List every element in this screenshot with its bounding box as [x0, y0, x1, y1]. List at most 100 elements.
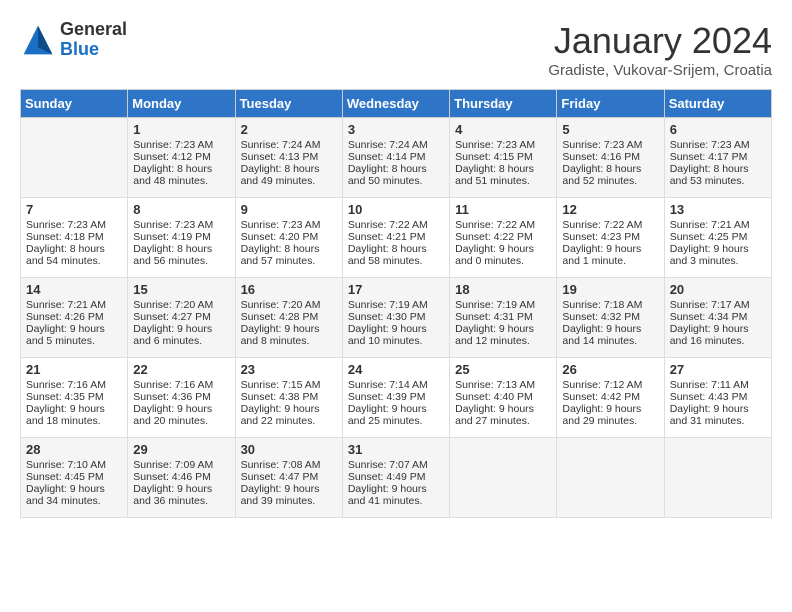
calendar-cell: 11Sunrise: 7:22 AMSunset: 4:22 PMDayligh… — [450, 198, 557, 278]
sunset-text: Sunset: 4:25 PM — [670, 231, 766, 243]
logo-blue: Blue — [60, 40, 127, 60]
sunset-text: Sunset: 4:18 PM — [26, 231, 122, 243]
day-number: 31 — [348, 442, 444, 457]
day-number: 20 — [670, 282, 766, 297]
sunset-text: Sunset: 4:31 PM — [455, 311, 551, 323]
calendar-cell: 19Sunrise: 7:18 AMSunset: 4:32 PMDayligh… — [557, 278, 664, 358]
title-section: January 2024 Gradiste, Vukovar-Srijem, C… — [548, 20, 772, 79]
sunset-text: Sunset: 4:43 PM — [670, 391, 766, 403]
daylight-text: Daylight: 9 hours and 8 minutes. — [241, 323, 337, 347]
day-number: 6 — [670, 122, 766, 137]
calendar-week-row: 1Sunrise: 7:23 AMSunset: 4:12 PMDaylight… — [21, 118, 772, 198]
sunrise-text: Sunrise: 7:07 AM — [348, 459, 444, 471]
daylight-text: Daylight: 9 hours and 12 minutes. — [455, 323, 551, 347]
daylight-text: Daylight: 8 hours and 57 minutes. — [241, 243, 337, 267]
calendar-cell: 13 Sunrise: 7:21 AMSunset: 4:25 PMDayligh… — [664, 198, 771, 278]
sunrise-text: Sunrise: 7:23 AM — [670, 139, 766, 151]
calendar-cell: 7Sunrise: 7:23 AMSunset: 4:18 PMDaylight… — [21, 198, 128, 278]
daylight-text: Daylight: 9 hours and 25 minutes. — [348, 403, 444, 427]
day-number: 8 — [133, 202, 229, 217]
sunset-text: Sunset: 4:42 PM — [562, 391, 658, 403]
calendar-week-row: 21Sunrise: 7:16 AMSunset: 4:35 PMDayligh… — [21, 358, 772, 438]
calendar-cell: 12Sunrise: 7:22 AMSunset: 4:23 PMDayligh… — [557, 198, 664, 278]
day-number: 16 — [241, 282, 337, 297]
sunrise-text: Sunrise: 7:19 AM — [348, 299, 444, 311]
calendar-cell: 14Sunrise: 7:21 AMSunset: 4:26 PMDayligh… — [21, 278, 128, 358]
calendar-header: SundayMondayTuesdayWednesdayThursdayFrid… — [21, 90, 772, 118]
day-number: 11 — [455, 202, 551, 217]
calendar-cell: 16Sunrise: 7:20 AMSunset: 4:28 PMDayligh… — [235, 278, 342, 358]
day-number: 30 — [241, 442, 337, 457]
sunrise-text: Sunrise: 7:23 AM — [455, 139, 551, 151]
day-number: 9 — [241, 202, 337, 217]
sunset-text: Sunset: 4:28 PM — [241, 311, 337, 323]
sunset-text: Sunset: 4:13 PM — [241, 151, 337, 163]
calendar-week-row: 7Sunrise: 7:23 AMSunset: 4:18 PMDaylight… — [21, 198, 772, 278]
day-number: 24 — [348, 362, 444, 377]
logo: General Blue — [20, 20, 127, 60]
sunset-text: Sunset: 4:14 PM — [348, 151, 444, 163]
calendar-cell: 30Sunrise: 7:08 AMSunset: 4:47 PMDayligh… — [235, 438, 342, 518]
calendar-cell: 6Sunrise: 7:23 AMSunset: 4:17 PMDaylight… — [664, 118, 771, 198]
sunrise-text: Sunrise: 7:23 AM — [133, 139, 229, 151]
sunrise-text: Sunrise: 7:23 AM — [241, 219, 337, 231]
daylight-text: Daylight: 9 hours and 1 minute. — [562, 243, 658, 267]
calendar-cell — [664, 438, 771, 518]
day-number: 18 — [455, 282, 551, 297]
daylight-text: Daylight: 8 hours and 51 minutes. — [455, 163, 551, 187]
daylight-text: Daylight: 9 hours and 3 minutes. — [670, 243, 766, 267]
sunrise-text: Sunrise: 7:08 AM — [241, 459, 337, 471]
header-row: SundayMondayTuesdayWednesdayThursdayFrid… — [21, 90, 772, 118]
calendar-title: January 2024 — [548, 20, 772, 62]
sunrise-text: Sunrise: 7:23 AM — [562, 139, 658, 151]
sunrise-text: Sunrise: 7:20 AM — [133, 299, 229, 311]
weekday-header: Tuesday — [235, 90, 342, 118]
daylight-text: Daylight: 9 hours and 22 minutes. — [241, 403, 337, 427]
calendar-cell: 24Sunrise: 7:14 AMSunset: 4:39 PMDayligh… — [342, 358, 449, 438]
day-number: 13 — [670, 202, 766, 217]
sunrise-text: Sunrise: 7:22 AM — [348, 219, 444, 231]
calendar-cell: 31Sunrise: 7:07 AMSunset: 4:49 PMDayligh… — [342, 438, 449, 518]
day-number: 4 — [455, 122, 551, 137]
calendar-cell: 17Sunrise: 7:19 AMSunset: 4:30 PMDayligh… — [342, 278, 449, 358]
weekday-header: Monday — [128, 90, 235, 118]
daylight-text: Daylight: 9 hours and 18 minutes. — [26, 403, 122, 427]
daylight-text: Daylight: 9 hours and 31 minutes. — [670, 403, 766, 427]
sunrise-text: Sunrise: 7:24 AM — [241, 139, 337, 151]
sunset-text: Sunset: 4:35 PM — [26, 391, 122, 403]
weekday-header: Friday — [557, 90, 664, 118]
daylight-text: Daylight: 9 hours and 36 minutes. — [133, 483, 229, 507]
calendar-table: SundayMondayTuesdayWednesdayThursdayFrid… — [20, 89, 772, 518]
sunset-text: Sunset: 4:38 PM — [241, 391, 337, 403]
calendar-cell: 15Sunrise: 7:20 AMSunset: 4:27 PMDayligh… — [128, 278, 235, 358]
calendar-cell — [450, 438, 557, 518]
page-header: General Blue January 2024 Gradiste, Vuko… — [20, 20, 772, 79]
sunrise-text: Sunrise: 7:24 AM — [348, 139, 444, 151]
calendar-cell: 4 Sunrise: 7:23 AMSunset: 4:15 PMDaylight… — [450, 118, 557, 198]
calendar-subtitle: Gradiste, Vukovar-Srijem, Croatia — [548, 62, 772, 79]
calendar-cell: 21Sunrise: 7:16 AMSunset: 4:35 PMDayligh… — [21, 358, 128, 438]
daylight-text: Daylight: 9 hours and 0 minutes. — [455, 243, 551, 267]
calendar-cell: 3Sunrise: 7:24 AMSunset: 4:14 PMDaylight… — [342, 118, 449, 198]
day-number: 28 — [26, 442, 122, 457]
calendar-cell: 25Sunrise: 7:13 AMSunset: 4:40 PMDayligh… — [450, 358, 557, 438]
sunrise-text: Sunrise: 7:21 AM — [670, 219, 766, 231]
sunset-text: Sunset: 4:46 PM — [133, 471, 229, 483]
sunrise-text: Sunrise: 7:23 AM — [133, 219, 229, 231]
sunset-text: Sunset: 4:23 PM — [562, 231, 658, 243]
calendar-cell: 27Sunrise: 7:11 AMSunset: 4:43 PMDayligh… — [664, 358, 771, 438]
daylight-text: Daylight: 9 hours and 5 minutes. — [26, 323, 122, 347]
logo-text: General Blue — [60, 20, 127, 60]
sunset-text: Sunset: 4:30 PM — [348, 311, 444, 323]
daylight-text: Daylight: 8 hours and 48 minutes. — [133, 163, 229, 187]
sunrise-text: Sunrise: 7:11 AM — [670, 379, 766, 391]
calendar-cell: 20Sunrise: 7:17 AMSunset: 4:34 PMDayligh… — [664, 278, 771, 358]
sunset-text: Sunset: 4:15 PM — [455, 151, 551, 163]
day-number: 14 — [26, 282, 122, 297]
daylight-text: Daylight: 9 hours and 6 minutes. — [133, 323, 229, 347]
sunset-text: Sunset: 4:36 PM — [133, 391, 229, 403]
daylight-text: Daylight: 9 hours and 10 minutes. — [348, 323, 444, 347]
daylight-text: Daylight: 8 hours and 56 minutes. — [133, 243, 229, 267]
day-number: 22 — [133, 362, 229, 377]
day-number: 3 — [348, 122, 444, 137]
